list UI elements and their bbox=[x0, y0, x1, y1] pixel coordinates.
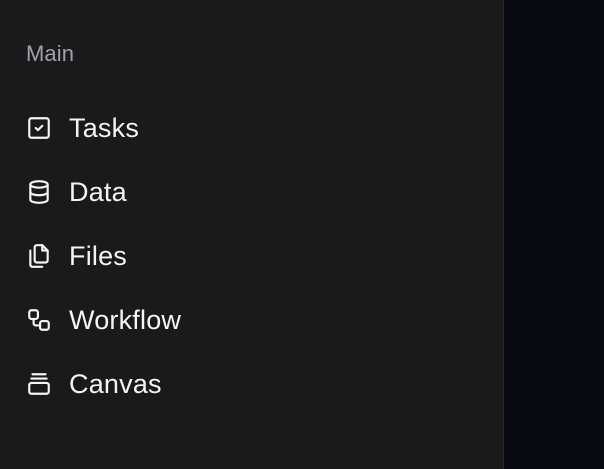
sidebar-item-canvas[interactable]: Canvas bbox=[0, 352, 503, 416]
sidebar-item-label: Workflow bbox=[69, 305, 182, 335]
sidebar-item-data[interactable]: Data bbox=[0, 160, 503, 224]
sidebar-section-label: Main bbox=[26, 41, 75, 66]
main-content-area bbox=[504, 0, 604, 469]
workflow-icon bbox=[25, 306, 53, 334]
sidebar-nav: Tasks Data Files Workflow Canvas bbox=[0, 96, 503, 416]
sidebar-item-label: Canvas bbox=[69, 369, 162, 399]
app-window: Main Tasks Data Files Workflow Canvas bbox=[0, 0, 604, 469]
files-icon bbox=[25, 242, 53, 270]
layers-icon bbox=[25, 370, 53, 398]
sidebar-item-workflow[interactable]: Workflow bbox=[0, 288, 503, 352]
sidebar-item-files[interactable]: Files bbox=[0, 224, 503, 288]
sidebar-item-tasks[interactable]: Tasks bbox=[0, 96, 503, 160]
sidebar-item-label: Data bbox=[69, 177, 127, 207]
sidebar: Main Tasks Data Files Workflow Canvas bbox=[0, 0, 504, 469]
square-check-icon bbox=[25, 114, 53, 142]
sidebar-item-label: Files bbox=[69, 241, 128, 271]
sidebar-item-label: Tasks bbox=[69, 113, 140, 143]
database-icon bbox=[25, 178, 53, 206]
